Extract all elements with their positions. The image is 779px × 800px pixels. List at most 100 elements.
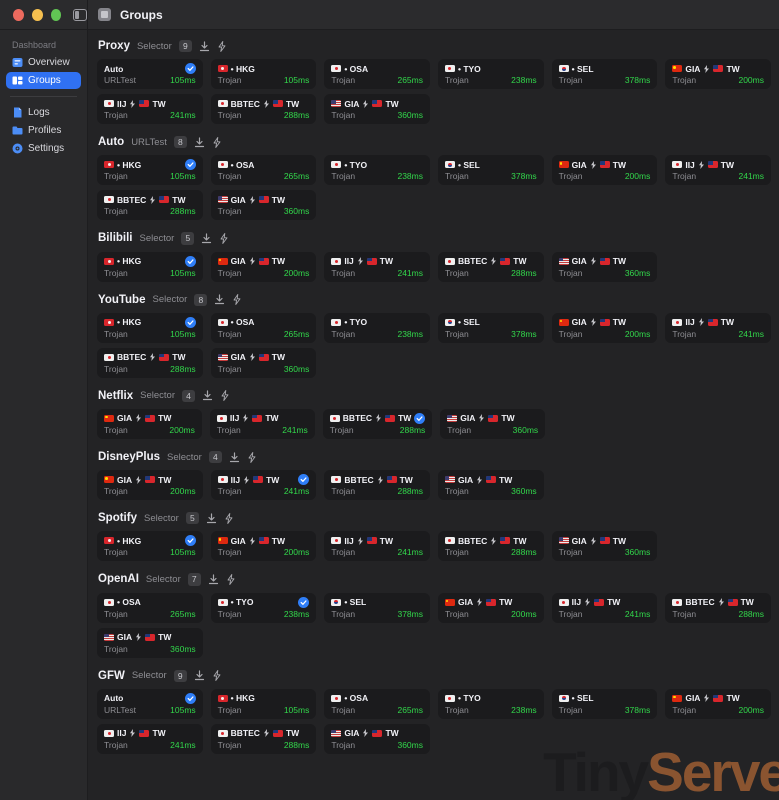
proxy-card[interactable]: GIATWTrojan360ms [438,470,544,500]
sidebar-item-logs[interactable]: Logs [6,104,81,121]
group-speedtest-button[interactable] [232,294,242,305]
proxy-card[interactable]: AutoURLTest105ms [97,689,203,719]
proxy-card[interactable]: GIATWTrojan360ms [324,724,430,754]
proxy-card[interactable]: • HKGTrojan105ms [97,313,203,343]
sidebar-toggle-icon[interactable] [73,9,87,21]
proxy-card[interactable]: IIJTWTrojan241ms [665,313,771,343]
proxy-card-status-row: Trojan288ms [218,110,310,120]
relay-bolt-icon [490,257,497,265]
group-speedtest-button[interactable] [212,670,222,681]
proxy-card[interactable]: GIATWTrojan360ms [97,628,203,658]
proxy-card[interactable]: • TYOTrojan238ms [438,689,544,719]
proxy-card[interactable]: • HKGTrojan105ms [211,59,317,89]
proxy-card[interactable]: • HKGTrojan105ms [97,252,203,282]
proxy-card[interactable]: • OSATrojan265ms [211,155,317,185]
proxy-card[interactable]: • TYOTrojan238ms [438,59,544,89]
group-speedtest-button[interactable] [219,233,229,244]
proxy-card[interactable]: BBTECTWTrojan288ms [665,593,771,623]
group-collapse-button[interactable] [208,574,219,585]
sidebar-item-overview[interactable]: Overview [6,54,81,71]
proxy-card[interactable]: • HKGTrojan105ms [97,155,203,185]
proxy-card[interactable]: GIATWTrojan360ms [552,531,658,561]
sidebar-item-settings[interactable]: Settings [6,140,81,157]
proxy-card[interactable]: BBTECTWTrojan288ms [211,94,317,124]
proxy-card[interactable]: • SELTrojan378ms [324,593,430,623]
proxy-card-title-row: • HKG [104,535,196,546]
close-button[interactable] [13,9,24,21]
group-collapse-button[interactable] [202,390,213,401]
proxy-card[interactable]: • SELTrojan378ms [438,155,544,185]
group-collapse-button[interactable] [201,233,212,244]
proxy-card[interactable]: • OSATrojan265ms [324,689,430,719]
proxy-card[interactable]: GIATWTrojan360ms [211,190,317,220]
proxy-card[interactable]: GIATWTrojan360ms [324,94,430,124]
proxy-latency: 265ms [284,171,310,181]
proxy-card[interactable]: AutoURLTest105ms [97,59,203,89]
proxy-card[interactable]: IIJTWTrojan241ms [665,155,771,185]
proxy-card[interactable]: BBTECTWTrojan288ms [438,531,544,561]
proxy-card[interactable]: GIATWTrojan200ms [97,409,202,439]
proxy-latency: 360ms [397,110,423,120]
group-speedtest-button[interactable] [224,513,234,524]
group-collapse-button[interactable] [194,137,205,148]
proxy-card[interactable]: • OSATrojan265ms [97,593,203,623]
group-collapse-button[interactable] [229,452,240,463]
proxy-card[interactable]: IIJTWTrojan241ms [210,409,315,439]
proxy-card[interactable]: GIATWTrojan200ms [552,155,658,185]
group-speedtest-button[interactable] [247,452,257,463]
group-speedtest-button[interactable] [217,41,227,52]
proxy-card[interactable]: • TYOTrojan238ms [324,155,430,185]
proxy-card[interactable]: • OSATrojan265ms [211,313,317,343]
proxy-card[interactable]: GIATWTrojan360ms [211,348,317,378]
tw-flag-icon [600,319,610,326]
sidebar-item-groups[interactable]: Groups [6,72,81,89]
proxy-card-status-row: Trojan360ms [104,644,196,654]
group-collapse-button[interactable] [206,513,217,524]
proxy-card[interactable]: BBTECTWTrojan288ms [323,409,433,439]
tw-flag-icon [145,634,155,641]
tw-flag-icon [486,476,496,483]
proxy-card[interactable]: • HKGTrojan105ms [211,689,317,719]
group-collapse-button[interactable] [194,670,205,681]
proxy-card[interactable]: BBTECTWTrojan288ms [324,470,430,500]
proxy-card[interactable]: • TYOTrojan238ms [324,313,430,343]
proxy-card[interactable]: BBTECTWTrojan288ms [97,190,203,220]
proxy-card[interactable]: • TYOTrojan238ms [211,593,317,623]
proxy-card[interactable]: GIATWTrojan200ms [552,313,658,343]
proxy-card[interactable]: IIJTWTrojan241ms [552,593,658,623]
group-collapse-button[interactable] [214,294,225,305]
proxy-card[interactable]: GIATWTrojan200ms [438,593,544,623]
proxy-card[interactable]: IIJTWTrojan241ms [211,470,317,500]
relay-bolt-icon [590,257,597,265]
proxy-card[interactable]: GIATWTrojan200ms [211,252,317,282]
us-flag-icon [445,476,455,483]
proxy-card[interactable]: • OSATrojan265ms [324,59,430,89]
proxy-card[interactable]: • SELTrojan378ms [438,313,544,343]
proxy-card[interactable]: BBTECTWTrojan288ms [211,724,317,754]
proxy-card[interactable]: BBTECTWTrojan288ms [438,252,544,282]
group-collapse-button[interactable] [199,41,210,52]
minimize-button[interactable] [32,9,43,21]
proxy-card[interactable]: • HKGTrojan105ms [97,531,203,561]
proxy-card[interactable]: BBTECTWTrojan288ms [97,348,203,378]
proxy-card[interactable]: GIATWTrojan360ms [440,409,545,439]
proxy-card[interactable]: GIATWTrojan200ms [665,689,771,719]
group-speedtest-button[interactable] [212,137,222,148]
proxy-card[interactable]: GIATWTrojan200ms [97,470,203,500]
proxy-card[interactable]: IIJTWTrojan241ms [324,531,430,561]
proxy-card[interactable]: GIATWTrojan360ms [552,252,658,282]
proxy-card[interactable]: GIATWTrojan200ms [211,531,317,561]
group-speedtest-button[interactable] [220,390,230,401]
tw-flag-icon [367,537,377,544]
jp-flag-icon [331,65,341,72]
proxy-card[interactable]: GIATWTrojan200ms [665,59,771,89]
group-speedtest-button[interactable] [226,574,236,585]
proxy-card[interactable]: IIJTWTrojan241ms [324,252,430,282]
proxy-card[interactable]: • SELTrojan378ms [552,689,658,719]
proxy-card[interactable]: • SELTrojan378ms [552,59,658,89]
arrow-down-to-line-icon [202,390,213,401]
sidebar-item-profiles[interactable]: Profiles [6,122,81,139]
proxy-card[interactable]: IIJTWTrojan241ms [97,724,203,754]
zoom-button[interactable] [51,9,62,21]
proxy-card[interactable]: IIJTWTrojan241ms [97,94,203,124]
